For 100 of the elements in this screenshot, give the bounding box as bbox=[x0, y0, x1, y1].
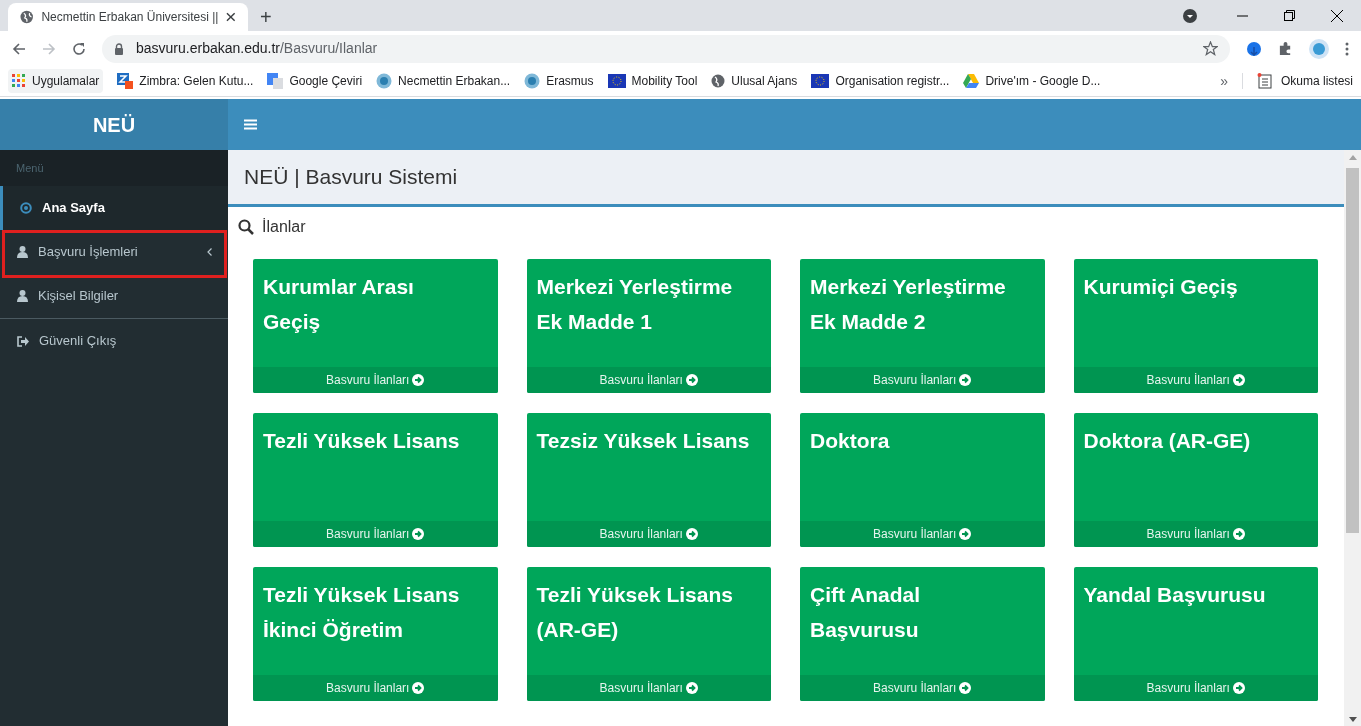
category-card[interactable]: Merkezi Yerleştirme Ek Madde 2 Basvuru İlanları bbox=[800, 259, 1045, 393]
restore-icon[interactable] bbox=[1284, 10, 1295, 21]
bookmark[interactable]: Zimbra: Gelen Kutu... bbox=[117, 72, 254, 90]
flag-icon bbox=[811, 74, 830, 88]
globe-icon bbox=[711, 74, 726, 88]
tab-title: Necmettin Erbakan Üniversitesi || bbox=[41, 9, 219, 26]
card-title: Çift Anadal Başvurusu bbox=[809, 582, 922, 643]
arrow-circle-icon bbox=[412, 682, 425, 694]
sidebar-item[interactable]: Başvuru İşlemleri bbox=[0, 230, 228, 274]
sidebar-item[interactable]: Kişisel Bilgiler bbox=[0, 274, 228, 318]
category-card[interactable]: Yandal Başvurusu Basvuru İlanları bbox=[1073, 567, 1318, 701]
apps-grid-icon bbox=[12, 74, 26, 88]
category-card[interactable]: Tezsiz Yüksek Lisans Basvuru İlanları bbox=[526, 413, 771, 547]
scrollbar[interactable] bbox=[1344, 150, 1361, 726]
globe-icon bbox=[20, 10, 34, 24]
arrow-circle-icon bbox=[959, 682, 972, 694]
card-link[interactable]: Basvuru İlanları bbox=[800, 521, 1045, 547]
dot-circle-icon bbox=[20, 202, 32, 214]
arrow-circle-icon bbox=[412, 528, 425, 540]
category-card[interactable]: Kurumlar Arası Geçiş Basvuru İlanları bbox=[253, 259, 498, 393]
card-link[interactable]: Basvuru İlanları bbox=[253, 367, 498, 393]
card-title: Tezli Yüksek Lisans İkinci Öğretim bbox=[262, 582, 461, 643]
category-card[interactable]: Doktora Basvuru İlanları bbox=[800, 413, 1045, 547]
bookmark[interactable]: Mobility Tool bbox=[607, 72, 698, 90]
star-icon[interactable] bbox=[1203, 41, 1218, 56]
close-icon[interactable] bbox=[1331, 9, 1343, 22]
category-card[interactable]: Tezli Yüksek Lisans İkinci Öğretim Basvuru İlanları bbox=[253, 567, 498, 701]
bookmark[interactable]: Ulusal Ajans bbox=[711, 72, 798, 90]
arrow-circle-icon bbox=[1232, 682, 1245, 694]
menu-icon[interactable] bbox=[244, 119, 257, 130]
triangle-logo-icon bbox=[963, 74, 980, 88]
category-card[interactable]: Tezli Yüksek Lisans Basvuru İlanları bbox=[253, 413, 498, 547]
arrow-circle-icon bbox=[685, 528, 698, 540]
card-link[interactable]: Basvuru İlanları bbox=[526, 675, 771, 701]
card-title: Kurumlar Arası Geçiş bbox=[262, 274, 415, 335]
card-link[interactable]: Basvuru İlanları bbox=[800, 367, 1045, 393]
browser-tab[interactable]: Necmettin Erbakan Üniversitesi || bbox=[8, 3, 248, 31]
card-link[interactable]: Basvuru İlanları bbox=[253, 521, 498, 547]
category-card[interactable]: Çift Anadal Başvurusu Basvuru İlanları bbox=[800, 567, 1045, 701]
sidebar-item[interactable]: Ana Sayfa bbox=[0, 186, 228, 230]
search-icon bbox=[238, 219, 254, 235]
category-card[interactable]: Tezli Yüksek Lisans (AR-GE) Basvuru İlanları bbox=[526, 567, 771, 701]
bookmark[interactable]: Google Çeviri bbox=[267, 72, 363, 90]
close-icon[interactable] bbox=[226, 12, 236, 22]
arrow-circle-icon bbox=[1232, 374, 1245, 386]
bookmark[interactable]: Erasmus bbox=[524, 72, 594, 90]
arrow-circle-icon bbox=[959, 374, 972, 386]
bookmark[interactable]: Necmettin Erbakan... bbox=[376, 72, 511, 90]
card-link[interactable]: Basvuru İlanları bbox=[1073, 367, 1318, 393]
arrow-circle-icon bbox=[1232, 528, 1245, 540]
more-bookmarks-button[interactable]: » bbox=[1220, 70, 1228, 92]
card-title: Merkezi Yerleştirme Ek Madde 2 bbox=[809, 274, 1007, 335]
card-link[interactable]: Basvuru İlanları bbox=[253, 675, 498, 701]
scroll-thumb[interactable] bbox=[1346, 168, 1359, 533]
user-icon bbox=[17, 290, 28, 302]
reload-icon[interactable] bbox=[72, 41, 86, 56]
menu-header: Menü bbox=[16, 160, 44, 176]
card-link[interactable]: Basvuru İlanları bbox=[800, 675, 1045, 701]
arrow-circle-icon bbox=[685, 682, 698, 694]
arrow-circle-icon bbox=[959, 528, 972, 540]
card-title: Tezsiz Yüksek Lisans bbox=[535, 428, 751, 454]
lock-icon bbox=[114, 42, 124, 55]
menu-icon[interactable] bbox=[1345, 41, 1349, 56]
card-title: Tezli Yüksek Lisans bbox=[262, 428, 461, 454]
card-link[interactable]: Basvuru İlanları bbox=[1073, 675, 1318, 701]
section-title: İlanlar bbox=[262, 217, 306, 237]
card-link[interactable]: Basvuru İlanları bbox=[1073, 521, 1318, 547]
card-title: Yandal Başvurusu bbox=[1082, 582, 1267, 608]
bookmark[interactable]: Uygulamalar bbox=[8, 69, 104, 93]
user-icon bbox=[17, 246, 28, 258]
address-bar[interactable]: basvuru.erbakan.edu.tr/Basvuru/Ilanlar bbox=[102, 34, 1230, 63]
puzzle-icon[interactable] bbox=[1278, 41, 1293, 56]
translate-icon bbox=[267, 73, 284, 89]
sidebar-item[interactable]: Güvenli Çıkış bbox=[0, 319, 228, 363]
bookmark[interactable]: Organisation registr... bbox=[811, 72, 950, 90]
url-text: basvuru.erbakan.edu.tr/Basvuru/Ilanlar bbox=[136, 39, 378, 58]
card-link[interactable]: Basvuru İlanları bbox=[526, 521, 771, 547]
card-title: Kurumiçi Geçiş bbox=[1082, 274, 1239, 300]
category-card[interactable]: Merkezi Yerleştirme Ek Madde 1 Basvuru İlanları bbox=[526, 259, 771, 393]
reading-list-button[interactable]: Okuma listesi bbox=[1256, 72, 1353, 90]
category-card[interactable]: Kurumiçi Geçiş Basvuru İlanları bbox=[1073, 259, 1318, 393]
reading-list-icon bbox=[1256, 73, 1273, 89]
seal-logo-icon bbox=[376, 73, 393, 89]
seal-logo-icon bbox=[524, 73, 541, 89]
new-tab-button[interactable]: + bbox=[260, 7, 272, 27]
card-title: Merkezi Yerleştirme Ek Madde 1 bbox=[535, 274, 734, 335]
card-title: Tezli Yüksek Lisans (AR-GE) bbox=[535, 582, 734, 643]
arrow-circle-icon bbox=[685, 374, 698, 386]
profile-avatar-icon[interactable] bbox=[1309, 38, 1329, 59]
flag-icon bbox=[607, 74, 626, 88]
logo-text: NEÜ bbox=[92, 112, 136, 138]
category-card[interactable]: Doktora (AR-GE) Basvuru İlanları bbox=[1073, 413, 1318, 547]
scroll-down-icon[interactable] bbox=[1348, 717, 1357, 722]
arrow-circle-icon bbox=[412, 374, 425, 386]
card-link[interactable]: Basvuru İlanları bbox=[526, 367, 771, 393]
back-arrow-icon[interactable] bbox=[12, 41, 26, 56]
globe-download-icon[interactable] bbox=[1246, 40, 1262, 57]
card-title: Doktora bbox=[809, 428, 891, 454]
profile-dropdown-icon[interactable] bbox=[1183, 8, 1197, 23]
bookmark[interactable]: Drive'ım - Google D... bbox=[963, 72, 1101, 90]
